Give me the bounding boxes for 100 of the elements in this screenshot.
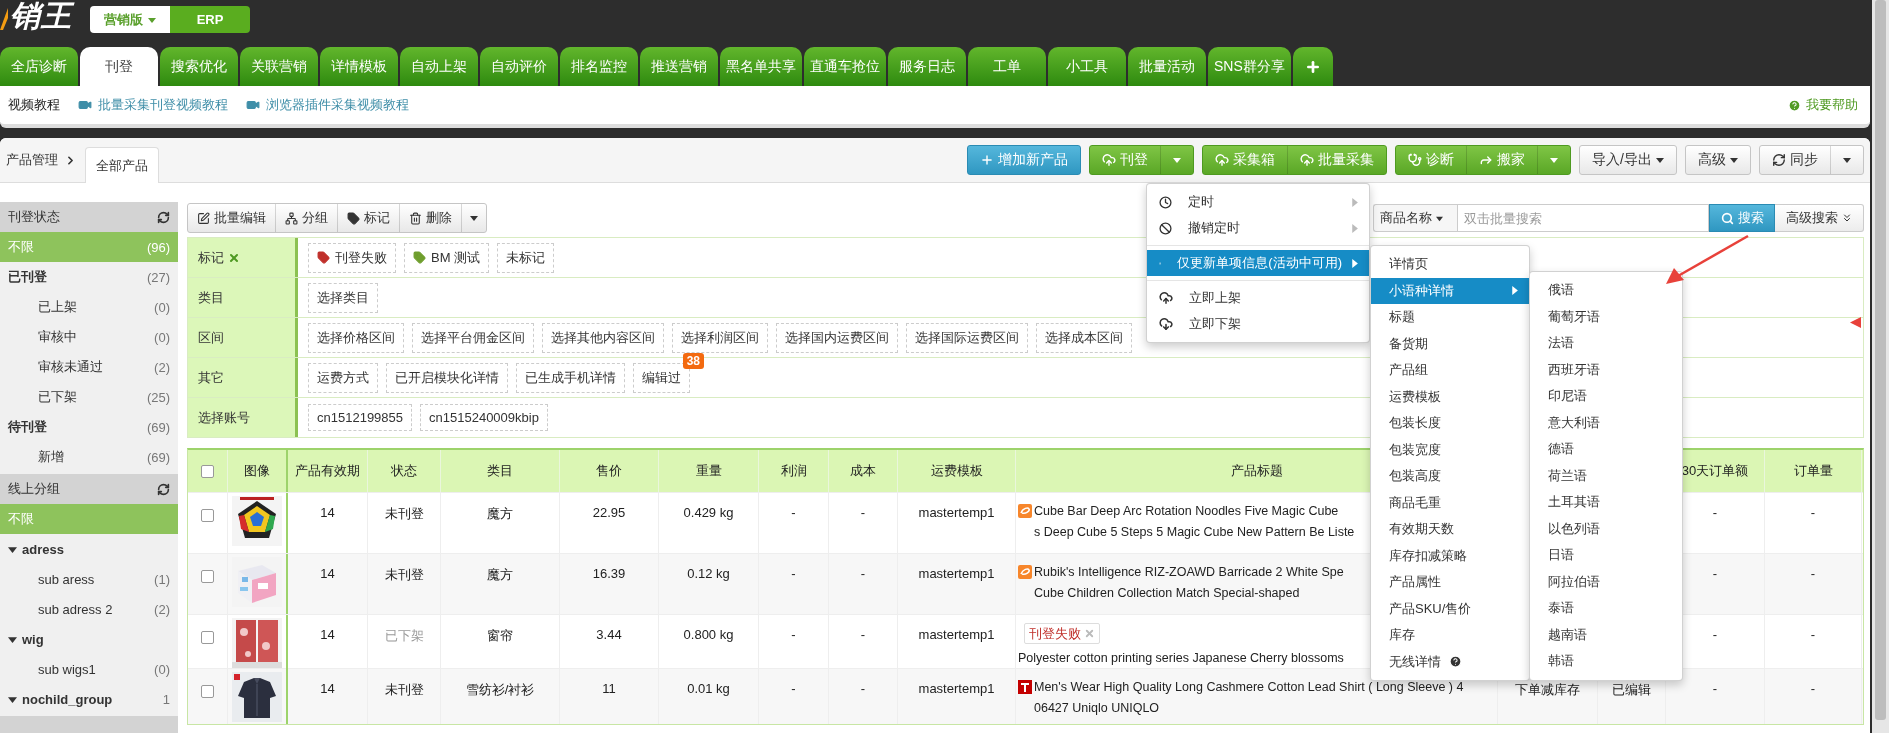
menu-item[interactable]: 以色列语 <box>1530 515 1682 542</box>
sidebar-item[interactable]: 审核未通过 (2) <box>0 352 178 382</box>
filter-chip[interactable]: cn1512199855 <box>308 404 413 431</box>
search-field[interactable]: 双击批量搜索 <box>1457 204 1709 232</box>
filter-chip[interactable]: 选择成本区间 <box>1036 322 1132 353</box>
menu-item[interactable]: 包装长度 <box>1371 410 1529 437</box>
menu-item[interactable]: 商品毛重 <box>1371 489 1529 516</box>
checkbox[interactable] <box>201 464 214 478</box>
filter-chip[interactable]: 选择价格区间 <box>308 322 404 353</box>
plus-icon <box>980 153 995 167</box>
menu-item[interactable]: 西班牙语 <box>1530 356 1682 383</box>
filter-chip[interactable]: 选择国际运费区间 <box>906 322 1028 353</box>
checkbox[interactable] <box>201 631 214 644</box>
menu-item[interactable]: 立即下架 <box>1147 311 1369 337</box>
filter-chip[interactable]: 选择平台佣金区间 <box>412 322 534 353</box>
filter-chip[interactable]: 已生成手机详情 <box>516 362 625 393</box>
tutorial-link[interactable]: 批量采集刊登视频教程 <box>78 96 228 114</box>
checkbox[interactable] <box>201 509 214 522</box>
menu-item[interactable]: 阿拉伯语 <box>1530 568 1682 595</box>
sidebar-item[interactable]: 已下架 (25) <box>0 382 178 412</box>
table-cell: 14 <box>320 505 335 520</box>
menu-item[interactable]: 包装宽度 <box>1371 436 1529 463</box>
table-cell: 14 <box>320 566 335 581</box>
sidebar-item[interactable]: sub adress 2 (2) <box>0 594 178 624</box>
clear-icon[interactable] <box>228 251 240 264</box>
refresh-icon[interactable] <box>157 482 170 496</box>
sidebar-item[interactable]: 已上架 (0) <box>0 292 178 322</box>
action-button[interactable]: 分组 <box>275 204 337 232</box>
menu-item[interactable]: 越南语 <box>1530 621 1682 648</box>
sidebar-item[interactable]: 已刊登 (27) <box>0 262 178 292</box>
menu-item[interactable]: 仅更新单项信息(活动中可用) <box>1147 250 1369 276</box>
column-header: 类目 <box>487 462 513 480</box>
field-select[interactable]: 商品名称 <box>1373 204 1457 232</box>
menu-item[interactable]: 定时 <box>1147 189 1369 215</box>
filter-chip[interactable]: 选择其他内容区间 <box>542 322 664 353</box>
action-button[interactable]: 删除 <box>399 204 461 232</box>
menu-item[interactable]: 泰语 <box>1530 595 1682 622</box>
menu-item[interactable]: 印尼语 <box>1530 383 1682 410</box>
menu-item[interactable]: 德语 <box>1530 436 1682 463</box>
menu-item[interactable]: 韩语 <box>1530 648 1682 675</box>
menu-item[interactable]: 俄语 <box>1530 277 1682 304</box>
sidebar-item[interactable]: 审核中 (0) <box>0 322 178 352</box>
filter-chip[interactable]: 运费方式 <box>308 362 378 393</box>
menu-item[interactable]: 产品组 <box>1371 357 1529 384</box>
table-cell: 已下架 <box>384 627 424 645</box>
menu-item[interactable]: 葡萄牙语 <box>1530 303 1682 330</box>
menu-item[interactable]: 备货期 <box>1371 330 1529 357</box>
filter-chip[interactable]: 选择类目 <box>308 282 378 313</box>
panel-tab[interactable]: 全部产品 <box>85 147 159 183</box>
menu-item[interactable]: 产品属性 <box>1371 569 1529 596</box>
sidebar-item[interactable]: 新增 (69) <box>0 442 178 472</box>
menu-item[interactable]: 无线详情 <box>1371 648 1529 675</box>
menu-item[interactable]: 详情页 <box>1371 251 1529 278</box>
sidebar-item[interactable]: sub aress (1) <box>0 564 178 594</box>
sidebar-item[interactable]: wig <box>0 624 178 654</box>
checkbox[interactable] <box>201 685 214 698</box>
filter-chip[interactable]: BM 测试 <box>404 242 490 273</box>
count-badge: 38 <box>682 352 704 369</box>
menu-item[interactable]: 法语 <box>1530 330 1682 357</box>
filter-chip[interactable]: 已开启模块化详情 <box>386 362 508 393</box>
advanced-search-button[interactable]: 高级搜索 <box>1775 204 1864 232</box>
toolbar-button[interactable]: 高级 <box>1686 146 1750 174</box>
filter-chip[interactable]: 选择国内运费区间 <box>776 322 898 353</box>
table-cell: 11 <box>602 681 616 696</box>
action-button[interactable]: 批量编辑 <box>188 204 275 232</box>
filter-chip[interactable]: cn1515240009kbip <box>420 404 548 431</box>
table-cell: - <box>1810 681 1816 696</box>
sidebar-item[interactable]: nochild_group 1 <box>0 684 178 714</box>
menu-item[interactable]: 撤销定时 <box>1147 215 1369 241</box>
menu-item[interactable]: 有效期天数 <box>1371 516 1529 543</box>
sidebar-item[interactable]: 待刊登 (69) <box>0 412 178 442</box>
menu-item[interactable]: 运费模板 <box>1371 383 1529 410</box>
action-button[interactable]: 标记 <box>337 204 399 232</box>
sidebar-item[interactable]: sub wigs1 (0) <box>0 654 178 684</box>
tutorial-link[interactable]: 浏览器插件采集视频教程 <box>246 96 409 114</box>
toolbar-button[interactable]: 导入/导出 <box>1580 146 1676 174</box>
filter-chip[interactable]: 刊登失败 <box>308 242 396 273</box>
filter-chip[interactable]: 选择利润区间 <box>672 322 768 353</box>
breadcrumb-link[interactable]: 产品管理 <box>6 151 58 169</box>
refresh-icon[interactable] <box>157 210 170 224</box>
caret-icon <box>8 634 17 644</box>
sidebar-item[interactable]: adress <box>0 534 178 564</box>
menu-item[interactable]: 意大利语 <box>1530 409 1682 436</box>
menu-item[interactable]: 产品SKU/售价 <box>1371 595 1529 622</box>
add-tab-button[interactable] <box>1292 47 1333 86</box>
menu-item[interactable]: 日语 <box>1530 542 1682 569</box>
toolbar-button[interactable]: 同步 <box>1760 146 1830 174</box>
menu-item[interactable]: 库存 <box>1371 622 1529 649</box>
nav-tab[interactable]: 刊登 <box>80 47 158 86</box>
filter-chip[interactable]: 未标记 <box>497 242 555 273</box>
remove-icon[interactable] <box>1084 628 1095 639</box>
menu-item[interactable]: 库存扣减策略 <box>1371 542 1529 569</box>
menu-item[interactable]: 小语种详情 <box>1371 277 1529 304</box>
menu-item[interactable]: 土耳其语 <box>1530 489 1682 516</box>
help-link[interactable]: 我要帮助 <box>1788 96 1858 114</box>
menu-item[interactable]: 标题 <box>1371 304 1529 331</box>
menu-item[interactable]: 荷兰语 <box>1530 462 1682 489</box>
menu-item[interactable]: 包装高度 <box>1371 463 1529 490</box>
menu-item[interactable]: 立即上架 <box>1147 285 1369 311</box>
checkbox[interactable] <box>201 570 214 583</box>
